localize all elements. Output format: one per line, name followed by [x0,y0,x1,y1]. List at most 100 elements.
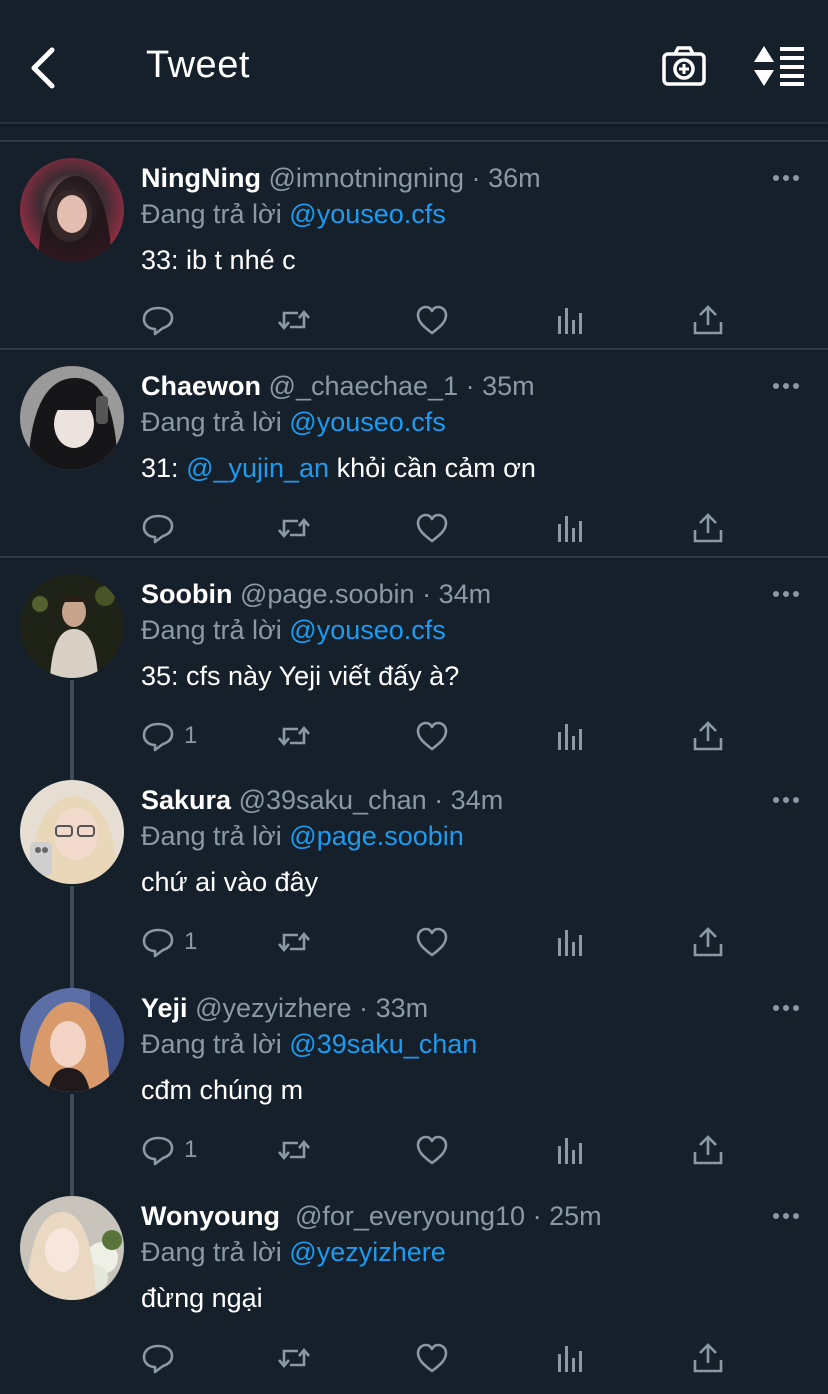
avatar[interactable] [20,1196,124,1300]
retweet-icon [278,1347,310,1369]
retweet-icon [278,1139,310,1161]
replying-to-mention[interactable]: @yezyizhere [289,1237,445,1267]
separator-dot: · [434,785,444,815]
user-handle[interactable]: @39saku_chan [239,785,427,815]
display-name[interactable]: NingNing [141,163,261,193]
replying-to-mention[interactable]: @youseo.cfs [289,407,445,437]
share-upload-icon [693,927,723,957]
views-button[interactable] [552,922,588,962]
separator-dot: · [422,579,432,609]
avatar[interactable] [20,574,124,678]
display-name[interactable]: Sakura [141,785,231,815]
user-handle[interactable]: @imnotningning [269,163,465,193]
reply-button[interactable]: 1 [140,716,197,756]
retweet-button[interactable] [276,1130,312,1170]
reply-tweet[interactable]: Sakura @39saku_chan · 34m Đang trả lời @… [0,764,828,978]
camera-button[interactable] [660,42,708,90]
heart-icon [416,1343,448,1373]
more-options-button[interactable] [768,994,804,1022]
reply-button[interactable]: 1 [140,1130,197,1170]
reply-button[interactable] [140,508,184,548]
share-button[interactable] [690,1338,726,1378]
tweet-text-content: cđm chúng m [141,1075,304,1105]
share-button[interactable] [690,1130,726,1170]
tweet-text-mention[interactable]: @_yujin_an [186,453,329,483]
tweet-actions [140,508,740,548]
share-button[interactable] [690,300,726,340]
reply-tweet[interactable]: Yeji @yezyizhere · 33m Đang trả lời @39s… [0,972,828,1186]
more-options-button[interactable] [768,786,804,814]
reply-tweet[interactable]: Chaewon @_chaechae_1 · 35m Đang trả lời … [0,348,828,556]
replying-to: Đang trả lời @youseo.cfs [141,196,446,232]
like-button[interactable] [414,508,450,548]
avatar[interactable] [20,366,124,470]
display-name[interactable]: Wonyoung [141,1201,280,1231]
like-button[interactable] [414,1130,450,1170]
replying-to-mention[interactable]: @page.soobin [289,821,464,851]
reply-button[interactable]: 1 [140,922,197,962]
views-button[interactable] [552,1338,588,1378]
thread-connector [70,1094,74,1186]
like-button[interactable] [414,922,450,962]
like-button[interactable] [414,300,450,340]
display-name[interactable]: Chaewon [141,371,261,401]
views-button[interactable] [552,716,588,756]
reply-tweet[interactable]: NingNing @imnotningning · 36m Đang trả l… [0,140,828,348]
retweet-button[interactable] [276,508,312,548]
tweet-text: đừng ngại [141,1280,263,1316]
reply-button[interactable] [140,300,184,340]
avatar[interactable] [20,988,124,1092]
retweet-button[interactable] [276,1338,312,1378]
like-button[interactable] [414,716,450,756]
views-button[interactable] [552,300,588,340]
separator-dot: · [532,1201,542,1231]
views-button[interactable] [552,508,588,548]
replying-to-mention[interactable]: @youseo.cfs [289,199,445,229]
timestamp: 34m [450,785,504,815]
more-options-button[interactable] [768,372,804,400]
replying-to-mention[interactable]: @39saku_chan [289,1029,477,1059]
avatar[interactable] [20,780,124,884]
reply-button[interactable] [140,1338,184,1378]
share-upload-icon [693,1343,723,1373]
retweet-button[interactable] [276,922,312,962]
reply-tweet[interactable]: Wonyoung @for_everyoung10 · 25m Đang trả… [0,1180,828,1388]
reply-count: 1 [184,928,198,955]
user-handle[interactable]: @_chaechae_1 [269,371,459,401]
share-button[interactable] [690,922,726,962]
share-button[interactable] [690,716,726,756]
sort-replies-button[interactable] [752,44,808,88]
replying-to-label: Đang trả lời [141,1029,282,1059]
more-dots-icon [773,797,799,803]
tweet-text: 35: cfs này Yeji viết đấy à? [141,658,459,694]
thread-connector [70,680,74,772]
more-dots-icon [773,383,799,389]
retweet-icon [278,517,310,539]
chevron-left-icon [31,47,55,89]
like-button[interactable] [414,1338,450,1378]
retweet-button[interactable] [276,716,312,756]
more-options-button[interactable] [768,1202,804,1230]
display-name[interactable]: Yeji [141,993,188,1023]
retweet-button[interactable] [276,300,312,340]
analytics-bars-icon [558,1138,582,1164]
reply-bubble-icon [142,306,174,336]
share-button[interactable] [690,508,726,548]
user-handle[interactable]: @page.soobin [240,579,415,609]
views-button[interactable] [552,1130,588,1170]
heart-icon [416,513,448,543]
tweet-actions: 1 [140,716,740,756]
more-options-button[interactable] [768,164,804,192]
avatar[interactable] [20,158,124,262]
display-name[interactable]: Soobin [141,579,232,609]
user-handle[interactable]: @yezyizhere [195,993,351,1023]
tweet-header: NingNing @imnotningning · 36m [141,160,541,196]
replying-to: Đang trả lời @page.soobin [141,818,464,854]
reply-bubble-icon [142,928,174,958]
more-options-button[interactable] [768,580,804,608]
reply-tweet[interactable]: Soobin @page.soobin · 34m Đang trả lời @… [0,556,828,772]
tweet-header: Wonyoung @for_everyoung10 · 25m [141,1198,602,1234]
back-button[interactable] [22,44,66,92]
replying-to-mention[interactable]: @youseo.cfs [289,615,445,645]
user-handle[interactable]: @for_everyoung10 [295,1201,525,1231]
